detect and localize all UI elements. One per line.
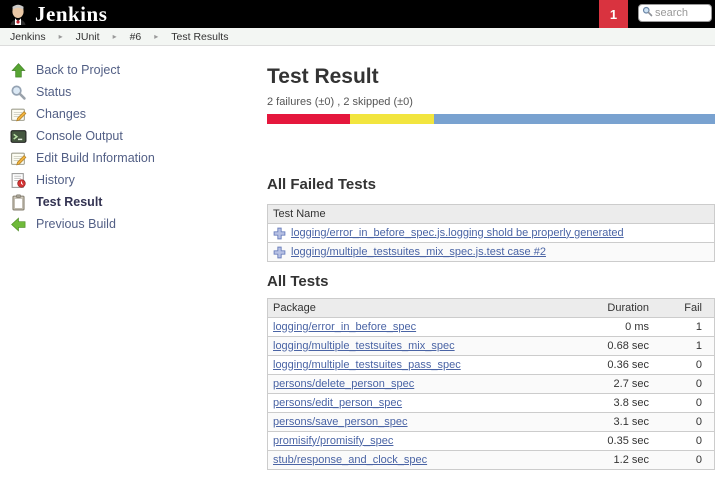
search-box [638, 4, 712, 22]
breadcrumb-item-6[interactable]: #6 [130, 31, 142, 43]
all-tests-row: logging/multiple_testsuites_pass_spec 0.3… [268, 356, 715, 375]
clipboard-icon [9, 193, 27, 211]
all-tests-column-header-package: Package [268, 299, 570, 318]
sidebar-item-edit-build-information[interactable]: Edit Build Information [9, 147, 267, 169]
sidebar: Back to Project Status Changes Console Outp… [0, 46, 267, 470]
sidebar-item-history[interactable]: History [9, 169, 267, 191]
breadcrumb-item-test-results[interactable]: Test Results [171, 31, 228, 43]
package-link[interactable]: logging/multiple_testsuites_pass_spec [273, 359, 461, 371]
top-bar: Jenkins 1 [0, 0, 715, 28]
arrow-up-icon [9, 61, 27, 79]
result-bar-segment-skipped [350, 114, 434, 124]
history-icon [9, 171, 27, 189]
sidebar-item-status[interactable]: Status [9, 81, 267, 103]
sidebar-item-label: Changes [36, 107, 86, 121]
duration-cell: 2.7 sec [569, 375, 651, 394]
duration-cell: 0.68 sec [569, 337, 651, 356]
all-tests-heading: All Tests [267, 273, 715, 291]
duration-cell: 0.36 sec [569, 356, 651, 375]
sidebar-item-label: Edit Build Information [36, 151, 155, 165]
sidebar-item-label: Previous Build [36, 217, 116, 231]
failed-tests-column-header: Test Name [268, 205, 715, 224]
fail-count-cell: 0 [651, 394, 715, 413]
test-result-bar [267, 114, 715, 124]
sidebar-item-label: Test Result [36, 195, 102, 209]
failed-test-link[interactable]: logging/error_in_before_spec.js.logging … [291, 227, 624, 240]
failed-tests-table: Test Name logging/error_in_before_spec.j… [267, 204, 715, 262]
fail-count-cell: 0 [651, 375, 715, 394]
fail-count-cell: 1 [651, 337, 715, 356]
duration-cell: 3.8 sec [569, 394, 651, 413]
package-link[interactable]: persons/save_person_spec [273, 416, 408, 428]
failed-test-cell: logging/error_in_before_spec.js.logging … [273, 227, 709, 240]
all-tests-row: persons/edit_person_spec 3.8 sec0 [268, 394, 715, 413]
sidebar-item-test-result[interactable]: Test Result [9, 191, 267, 213]
fail-count-cell: 0 [651, 413, 715, 432]
result-bar-segment-passed [434, 114, 715, 124]
fail-count-cell: 1 [651, 318, 715, 337]
breadcrumb-separator-icon: ▸ [59, 32, 63, 41]
fail-count-cell: 0 [651, 451, 715, 470]
sidebar-item-console-output[interactable]: Console Output [9, 125, 267, 147]
arrow-left-icon [9, 215, 27, 233]
search-icon [642, 4, 653, 22]
jenkins-test-result-page: Jenkins 1 Jenkins▸JUnit▸#6▸Test Results … [0, 0, 715, 480]
sidebar-item-previous-build[interactable]: Previous Build [9, 213, 267, 235]
all-tests-row: stub/response_and_clock_spec 1.2 sec0 [268, 451, 715, 470]
breadcrumb-item-jenkins[interactable]: Jenkins [10, 31, 46, 43]
failed-test-row: logging/error_in_before_spec.js.logging … [268, 224, 715, 243]
fail-count-cell: 0 [651, 356, 715, 375]
sidebar-item-back-to-project[interactable]: Back to Project [9, 59, 267, 81]
expand-plus-icon[interactable] [273, 227, 286, 240]
failed-test-row: logging/multiple_testsuites_mix_spec.js.… [268, 243, 715, 262]
all-tests-row: promisify/promisify_spec 0.35 sec0 [268, 432, 715, 451]
duration-cell: 3.1 sec [569, 413, 651, 432]
search-input[interactable] [655, 7, 708, 19]
breadcrumb-separator-icon: ▸ [113, 32, 117, 41]
sidebar-item-label: Back to Project [36, 63, 120, 77]
page-title: Test Result [267, 65, 715, 89]
all-tests-row: persons/save_person_spec 3.1 sec0 [268, 413, 715, 432]
package-link[interactable]: persons/edit_person_spec [273, 397, 402, 409]
duration-cell: 0.35 sec [569, 432, 651, 451]
main-content: Test Result 2 failures (±0) , 2 skipped … [267, 46, 715, 470]
sidebar-item-label: History [36, 173, 75, 187]
breadcrumb-item-junit[interactable]: JUnit [76, 31, 100, 43]
expand-plus-icon[interactable] [273, 246, 286, 259]
all-tests-column-header-fail: Fail [651, 299, 715, 318]
failed-tests-heading: All Failed Tests [267, 176, 715, 194]
package-link[interactable]: logging/multiple_testsuites_mix_spec [273, 340, 455, 352]
breadcrumb: Jenkins ▸ JUnit ▸ #6 ▸ Test Results [0, 28, 715, 46]
failed-test-cell: logging/multiple_testsuites_mix_spec.js.… [273, 246, 709, 259]
jenkins-title: Jenkins [35, 0, 107, 28]
all-tests-row: persons/delete_person_spec 2.7 sec0 [268, 375, 715, 394]
all-tests-column-header-duration: Duration [569, 299, 651, 318]
failed-test-link[interactable]: logging/multiple_testsuites_mix_spec.js.… [291, 246, 546, 259]
sidebar-item-label: Console Output [36, 129, 123, 143]
package-link[interactable]: promisify/promisify_spec [273, 435, 393, 447]
fail-count-cell: 0 [651, 432, 715, 451]
terminal-icon [9, 127, 27, 145]
package-link[interactable]: logging/error_in_before_spec [273, 321, 416, 333]
result-bar-segment-failed [267, 114, 350, 124]
all-tests-row: logging/error_in_before_spec 0 ms1 [268, 318, 715, 337]
failed-tests-header-row: Test Name [268, 205, 715, 224]
duration-cell: 1.2 sec [569, 451, 651, 470]
edit-document-icon [9, 105, 27, 123]
result-summary: 2 failures (±0) , 2 skipped (±0) [267, 96, 715, 109]
duration-cell: 0 ms [569, 318, 651, 337]
security-warning-badge[interactable]: 1 [599, 0, 628, 28]
all-tests-table: PackageDurationFail logging/error_in_bef… [267, 298, 715, 470]
breadcrumb-separator-icon: ▸ [154, 32, 158, 41]
magnifier-icon [9, 83, 27, 101]
jenkins-butler-logo-icon [6, 2, 30, 26]
edit-document-icon [9, 149, 27, 167]
package-link[interactable]: stub/response_and_clock_spec [273, 454, 427, 466]
all-tests-header-row: PackageDurationFail [268, 299, 715, 318]
sidebar-item-label: Status [36, 85, 71, 99]
all-tests-row: logging/multiple_testsuites_mix_spec 0.68… [268, 337, 715, 356]
sidebar-item-changes[interactable]: Changes [9, 103, 267, 125]
jenkins-home-link[interactable]: Jenkins [6, 0, 107, 28]
package-link[interactable]: persons/delete_person_spec [273, 378, 414, 390]
